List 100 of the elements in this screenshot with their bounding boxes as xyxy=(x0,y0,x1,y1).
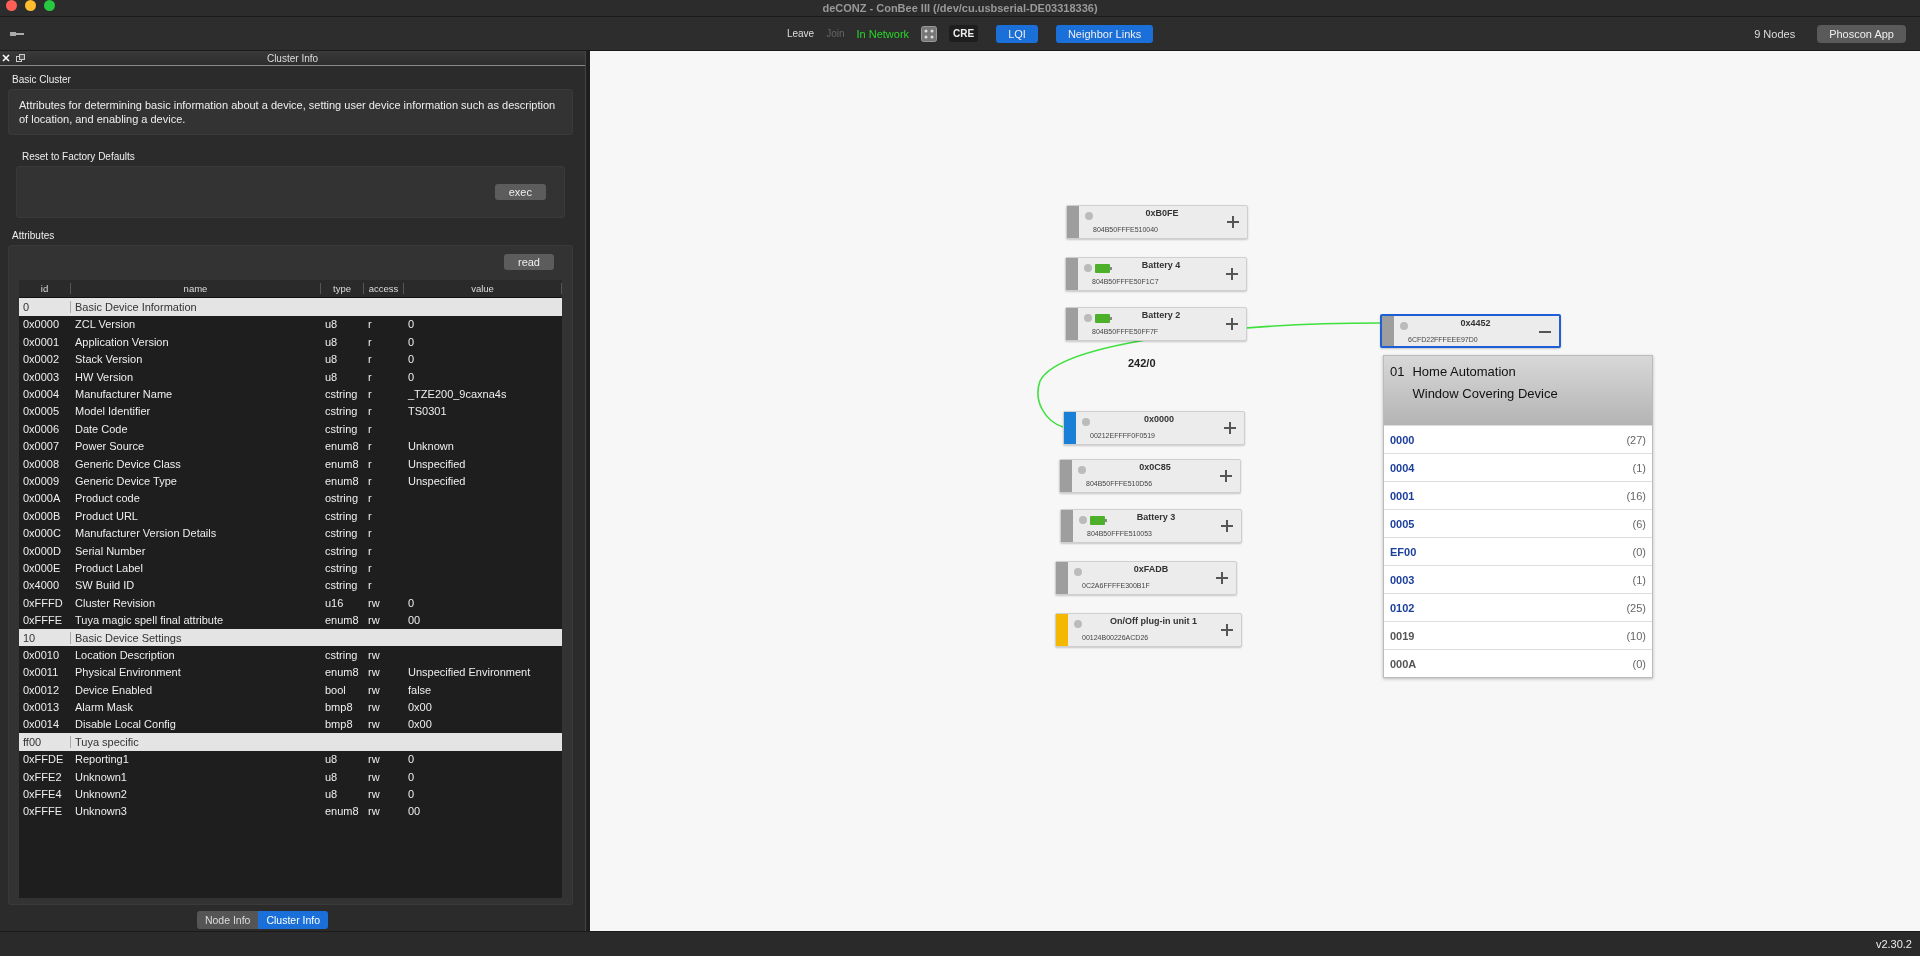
leave-link[interactable]: Leave xyxy=(786,28,815,39)
cluster-id: 000A xyxy=(1390,657,1417,670)
cluster-row[interactable]: 0004 (1) xyxy=(1384,453,1652,481)
cluster-row[interactable]: 0102 (25) xyxy=(1384,593,1652,621)
exec-button[interactable]: exec xyxy=(494,184,546,200)
phoscon-button[interactable]: Phoscon App xyxy=(1817,24,1906,43)
table-cell-text: Disable Local Config xyxy=(74,718,177,731)
plus-icon[interactable] xyxy=(1216,572,1228,584)
table-cell-text: Application Version xyxy=(74,335,170,348)
dots-icon[interactable] xyxy=(921,25,938,42)
plug-icon[interactable] xyxy=(10,29,26,38)
table-cell-text: 00 xyxy=(407,805,422,818)
node-name: Battery 2 xyxy=(1140,310,1182,320)
table-cell-text: Tuya specific xyxy=(74,735,140,748)
table-cell-text: rw xyxy=(367,770,381,783)
column-header[interactable]: name xyxy=(71,283,321,295)
toggle-button[interactable]: LQI xyxy=(996,24,1038,43)
cluster-name: Basic Cluster xyxy=(12,74,71,85)
node-name: 0xB0FE xyxy=(1144,208,1180,218)
table-cell-text: u8 xyxy=(324,753,339,766)
table-cell-text: 0 xyxy=(407,788,416,800)
node-name: 0x0000 xyxy=(1142,414,1175,424)
toggle-button[interactable]: Neighbor Links xyxy=(1055,24,1154,43)
status-dot-icon xyxy=(1079,516,1087,524)
endpoint-number: 01 xyxy=(1390,364,1405,381)
plus-icon[interactable] xyxy=(1226,318,1238,330)
status-dot-icon xyxy=(1074,568,1082,576)
table-cell-text: Unknown2 xyxy=(74,788,128,800)
plus-icon[interactable] xyxy=(1220,470,1232,482)
network-status: In Network xyxy=(856,27,910,40)
table-cell-text: r xyxy=(367,422,373,435)
table-cell-text: enum8 xyxy=(324,666,360,679)
attribute-count: (1) xyxy=(1632,573,1646,586)
table-cell-text: cstring xyxy=(324,544,359,557)
table-cell-text: rw xyxy=(367,753,381,766)
table-cell-text: Product URL xyxy=(74,509,139,522)
table-cell-text: enum8 xyxy=(324,614,360,627)
cluster-row[interactable]: 0019 (10) xyxy=(1384,621,1652,649)
table-cell-text: cstring xyxy=(324,405,359,418)
window-title: deCONZ - ConBee III (/dev/cu.usbserial-DE03318336) xyxy=(822,2,1098,14)
group-row[interactable]: 10 Basic Device Settings xyxy=(19,628,562,647)
table-cell-text: 0 xyxy=(407,596,416,609)
table-cell-text: r xyxy=(367,544,373,557)
table-cell-text: u8 xyxy=(324,370,339,383)
group-row[interactable]: 0 Basic Device Information xyxy=(19,298,562,316)
table-cell-text: 0x000B xyxy=(22,509,62,522)
table-cell-text: 0x0005 xyxy=(22,405,61,418)
cluster-id: 0019 xyxy=(1390,629,1415,642)
table-cell: 0 xyxy=(19,301,71,314)
table-cell-text: cstring xyxy=(324,422,359,435)
cluster-row[interactable]: EF00 (0) xyxy=(1384,537,1652,565)
column-header[interactable]: id xyxy=(19,283,71,295)
table-cell-text: 0 xyxy=(407,318,416,331)
table-cell-text: r xyxy=(367,475,373,487)
zoom-window-icon[interactable] xyxy=(44,0,55,11)
table-cell: ff00 xyxy=(19,735,71,748)
plus-icon[interactable] xyxy=(1227,216,1239,228)
table-cell-text: rw xyxy=(367,718,381,731)
close-window-icon[interactable] xyxy=(6,0,17,11)
column-header[interactable]: access xyxy=(364,283,404,295)
group-row[interactable]: ff00 Tuya specific xyxy=(19,733,562,751)
table-cell-text: TS0301 xyxy=(407,405,448,418)
plus-icon[interactable] xyxy=(1226,268,1238,280)
windows-icon[interactable] xyxy=(16,54,25,62)
column-header[interactable]: type xyxy=(321,283,364,295)
read-button[interactable]: read xyxy=(503,254,554,270)
table-cell-text: SW Build ID xyxy=(74,579,136,592)
table-cell-text: Unknown1 xyxy=(74,770,128,783)
dock-tab[interactable]: Cluster Info xyxy=(258,911,329,929)
table-cell-text: 0 xyxy=(407,370,416,383)
plus-icon[interactable] xyxy=(1221,520,1233,532)
table-cell-text: Reporting1 xyxy=(74,753,130,766)
table-cell-text: r xyxy=(367,509,373,522)
table-cell-text: cstring xyxy=(324,527,359,540)
plus-icon[interactable] xyxy=(1224,422,1236,434)
table-cell-text: Model Identifier xyxy=(74,405,152,418)
table-cell-text: _TZE200_9caxna4s xyxy=(407,388,508,401)
plus-icon[interactable] xyxy=(1221,624,1233,636)
cluster-row[interactable]: 0001 (16) xyxy=(1384,481,1652,509)
attribute-count: (27) xyxy=(1626,433,1646,446)
cluster-row[interactable]: 0005 (6) xyxy=(1384,509,1652,537)
table-cell-text: 0x000C xyxy=(22,527,62,540)
table-cell-text: 0 xyxy=(407,335,416,348)
table-cell-text: Cluster Revision xyxy=(74,596,157,609)
cluster-row[interactable]: 000A (0) xyxy=(1384,649,1652,677)
table-cell-text: cstring xyxy=(324,579,359,592)
table-cell-text: r xyxy=(367,492,373,505)
minimize-window-icon[interactable] xyxy=(25,0,36,11)
column-header[interactable]: value xyxy=(404,283,562,295)
close-icon[interactable] xyxy=(2,54,10,62)
dock-tab[interactable]: Node Info xyxy=(196,911,259,929)
table-cell-text: Basic Device Information xyxy=(74,301,198,314)
cluster-row[interactable]: 0003 (1) xyxy=(1384,565,1652,593)
node-name: 0x0C85 xyxy=(1138,462,1172,472)
table-cell-text: 0x0004 xyxy=(22,388,61,401)
table-cell-text: Alarm Mask xyxy=(74,701,135,714)
table-cell-text: Date Code xyxy=(74,422,129,435)
cre-button[interactable]: CRE xyxy=(949,25,979,42)
status-dot-icon xyxy=(1400,322,1408,330)
cluster-row[interactable]: 0000 (27) xyxy=(1384,425,1652,453)
